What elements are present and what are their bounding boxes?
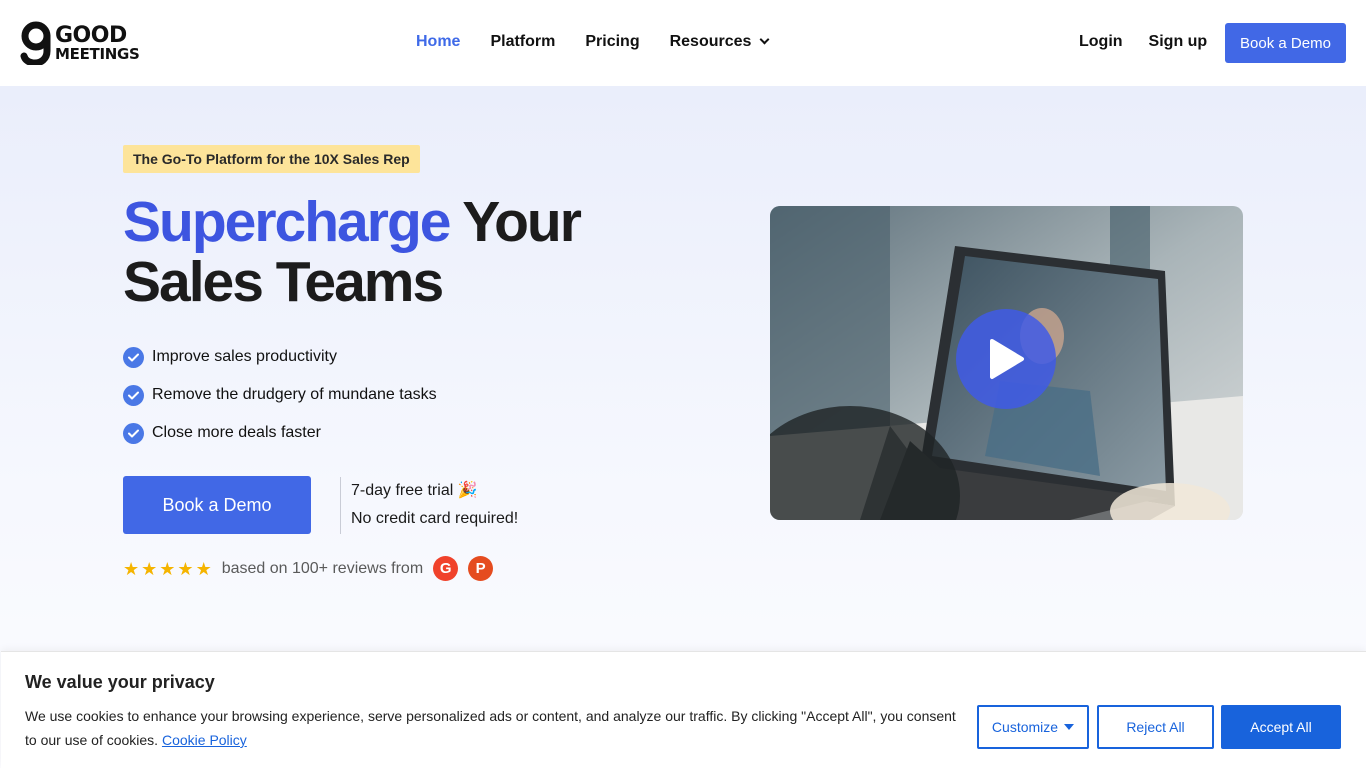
logo-text-line2: MEETINGS	[55, 44, 140, 63]
hero-headline: Supercharge Your Sales Teams	[123, 190, 582, 314]
auth-links: Login Sign up	[1079, 33, 1207, 51]
benefit-text: Remove the drudgery of mundane tasks	[152, 386, 437, 403]
tagline-badge: The Go-To Platform for the 10X Sales Rep	[123, 145, 420, 173]
benefit-text: Close more deals faster	[152, 424, 321, 441]
logo-g-icon	[20, 21, 51, 65]
check-icon	[123, 422, 144, 444]
check-icon	[123, 346, 144, 368]
nav-resources-label: Resources	[669, 33, 752, 50]
reviews-row: ★ ★ ★ ★ ★ based on 100+ reviews from G P	[123, 556, 494, 581]
play-button[interactable]	[956, 309, 1056, 409]
customize-label: Customize	[991, 719, 1059, 735]
benefit-text: Improve sales productivity	[152, 348, 337, 365]
benefit-item: Remove the drudgery of mundane tasks	[123, 376, 437, 414]
nav-pricing[interactable]: Pricing	[585, 33, 639, 51]
g2-logo-icon[interactable]: G	[433, 556, 459, 581]
trial-line1: 7-day free trial 🎉	[351, 482, 478, 499]
trial-info: 7-day free trial 🎉 No credit card requir…	[340, 477, 518, 534]
main-nav: Home Platform Pricing Resources	[416, 33, 798, 51]
nav-platform[interactable]: Platform	[490, 33, 555, 51]
headline-line2: Sales Teams	[123, 250, 444, 314]
nav-resources[interactable]: Resources	[669, 33, 770, 51]
rating-stars: ★ ★ ★ ★ ★	[123, 560, 212, 578]
star-icon: ★	[177, 558, 194, 579]
play-icon	[990, 339, 1024, 379]
check-icon	[123, 384, 144, 406]
cookie-banner: We value your privacy We use cookies to …	[1, 651, 1366, 768]
accept-all-button[interactable]: Accept All	[1221, 705, 1341, 749]
cookie-text: We use cookies to enhance your browsing …	[25, 704, 965, 752]
caret-down-icon	[1064, 724, 1075, 730]
cookie-policy-link[interactable]: Cookie Policy	[162, 732, 247, 748]
customize-button[interactable]: Customize	[977, 705, 1089, 749]
benefit-item: Close more deals faster	[123, 414, 437, 452]
demo-video[interactable]	[770, 206, 1243, 520]
chevron-down-icon	[759, 34, 770, 45]
cookie-title: We value your privacy	[25, 672, 215, 692]
star-icon: ★	[123, 558, 140, 579]
reviews-text: based on 100+ reviews from	[221, 559, 424, 577]
trial-line2: No credit card required!	[351, 510, 519, 527]
hero-book-demo-button[interactable]: Book a Demo	[123, 476, 311, 534]
producthunt-logo-icon[interactable]: P	[468, 556, 494, 581]
signup-link[interactable]: Sign up	[1149, 33, 1208, 51]
login-link[interactable]: Login	[1079, 33, 1123, 51]
site-header: GOOD MEETINGS Home Platform Pricing Reso…	[0, 0, 1366, 86]
benefits-list: Improve sales productivity Remove the dr…	[123, 338, 437, 452]
star-icon: ★	[141, 558, 158, 579]
reject-all-button[interactable]: Reject All	[1097, 705, 1214, 749]
star-icon: ★	[159, 558, 176, 579]
good-meetings-logo[interactable]: GOOD MEETINGS	[20, 21, 140, 65]
logo-text-line1: GOOD	[55, 22, 127, 48]
benefit-item: Improve sales productivity	[123, 338, 437, 376]
headline-part1: Your	[449, 190, 582, 254]
star-icon: ★	[195, 558, 212, 579]
nav-home[interactable]: Home	[416, 33, 460, 51]
header-book-demo-button[interactable]: Book a Demo	[1225, 23, 1346, 63]
headline-accent: Supercharge	[123, 190, 451, 254]
